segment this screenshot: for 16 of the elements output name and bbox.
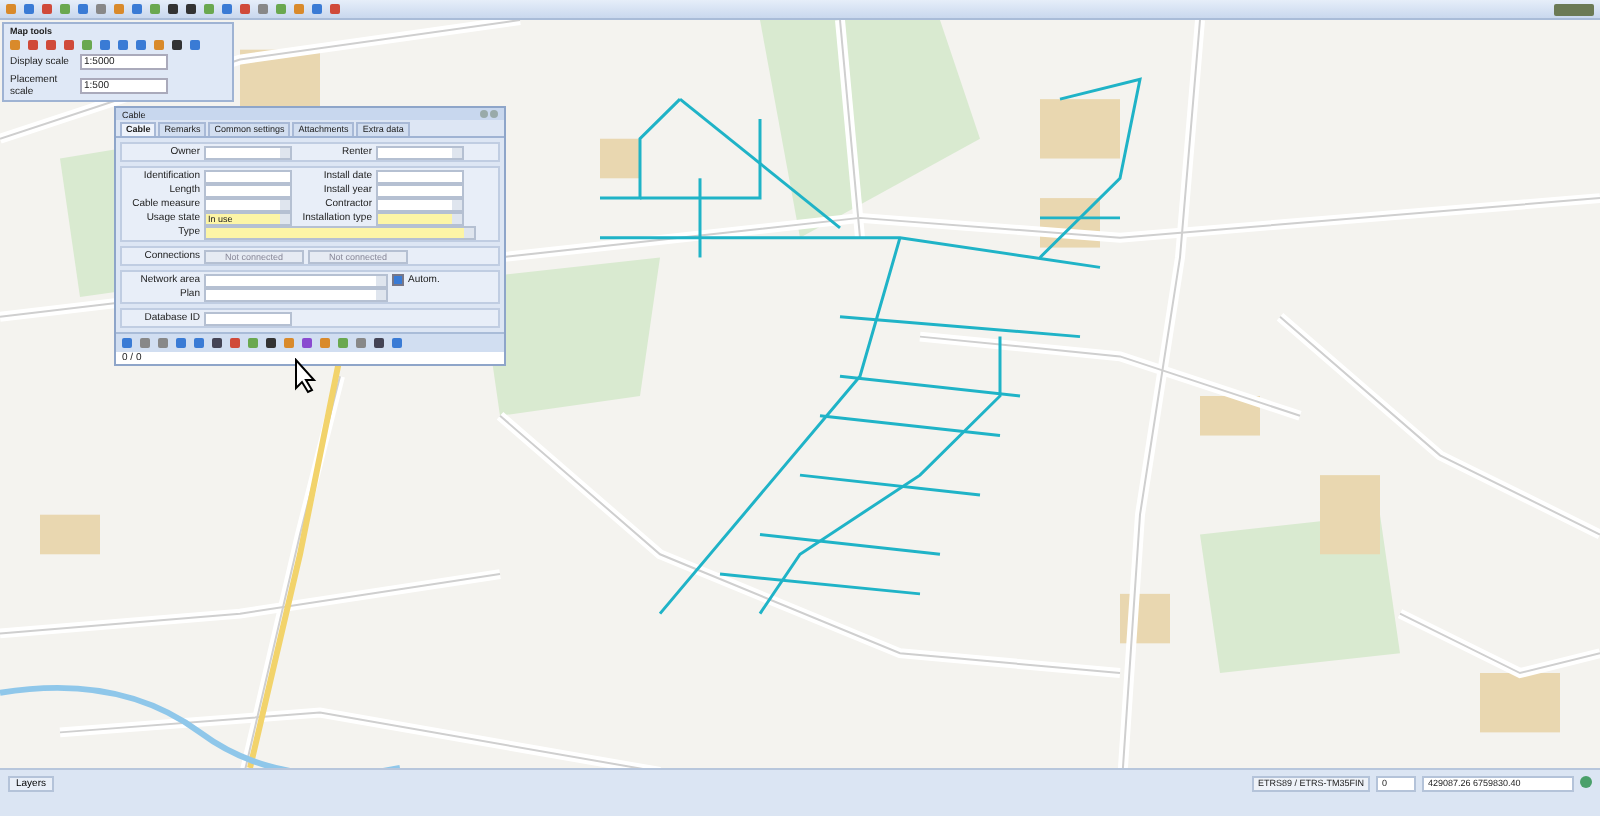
close-button[interactable]: [490, 110, 498, 118]
building: [600, 138, 640, 179]
input-field[interactable]: [376, 169, 464, 183]
input-field[interactable]: [204, 169, 292, 183]
globe-icon[interactable]: [1580, 776, 1592, 788]
select-field[interactable]: [204, 273, 388, 287]
select-field[interactable]: [376, 145, 464, 159]
building: [1320, 475, 1380, 555]
select-field[interactable]: [204, 145, 292, 159]
building: [1040, 99, 1120, 159]
building: [1480, 673, 1560, 733]
building: [40, 514, 100, 555]
checkbox[interactable]: [392, 274, 404, 286]
select-field[interactable]: [204, 225, 476, 239]
input-field[interactable]: [204, 311, 292, 325]
minimize-button[interactable]: [480, 110, 488, 118]
